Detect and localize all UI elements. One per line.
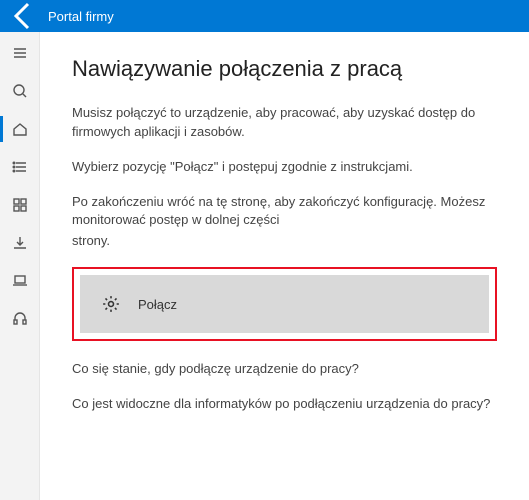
intro-paragraph-1: Musisz połączyć to urządzenie, aby praco… [72,104,497,142]
sidebar-item-apps[interactable] [0,186,40,224]
sidebar-item-search[interactable] [0,72,40,110]
faq-link-1[interactable]: Co się stanie, gdy podłączę urządzenie d… [72,361,497,376]
titlebar: Portal firmy [0,0,529,32]
connect-highlight: Połącz [72,267,497,341]
apps-icon [12,197,28,213]
page-title: Nawiązywanie połączenia z pracą [72,56,497,82]
search-icon [12,83,28,99]
sidebar-item-support[interactable] [0,300,40,338]
sidebar-item-list[interactable] [0,148,40,186]
app-title: Portal firmy [48,9,114,24]
gear-icon [102,295,120,313]
arrow-left-icon [8,0,40,32]
download-icon [12,235,28,251]
laptop-icon [12,273,28,289]
connect-button[interactable]: Połącz [80,275,489,333]
sidebar-item-hamburger[interactable] [0,34,40,72]
sidebar-item-devices[interactable] [0,262,40,300]
home-icon [12,121,28,137]
faq-link-2[interactable]: Co jest widoczne dla informatyków po pod… [72,396,497,411]
back-button[interactable] [8,0,40,32]
hamburger-icon [12,45,28,61]
sidebar-item-downloads[interactable] [0,224,40,262]
sidebar [0,32,40,500]
main-content: Nawiązywanie połączenia z pracą Musisz p… [40,32,529,500]
intro-paragraph-3: Po zakończeniu wróć na tę stronę, aby za… [72,193,497,231]
sidebar-item-home[interactable] [0,110,40,148]
intro-paragraph-2: Wybierz pozycję "Połącz" i postępuj zgod… [72,158,497,177]
list-icon [12,159,28,175]
intro-paragraph-3b: strony. [72,232,497,251]
connect-button-label: Połącz [138,297,177,312]
headset-icon [12,311,28,327]
